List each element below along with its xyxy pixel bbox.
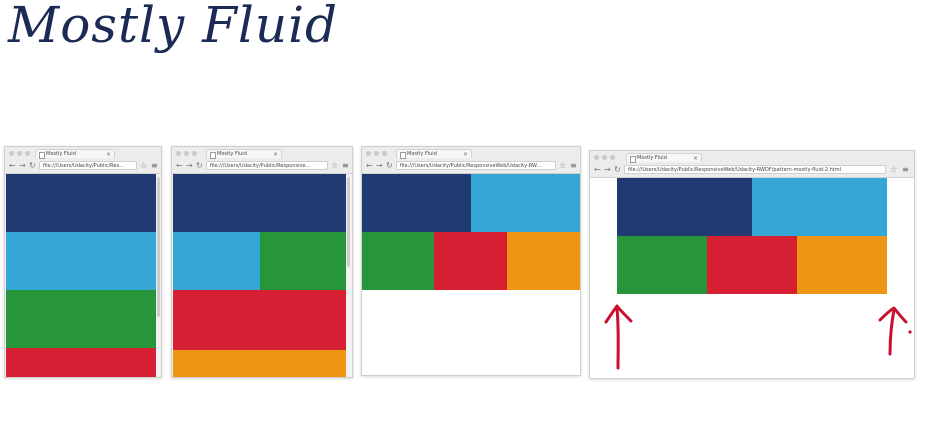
page-icon bbox=[400, 152, 406, 159]
orange-box bbox=[507, 232, 580, 290]
page-icon bbox=[630, 156, 636, 163]
red-box bbox=[173, 290, 346, 350]
green-box bbox=[260, 232, 346, 290]
url-bar[interactable]: file:///Users/Udacity/Public/ResponsiveW… bbox=[396, 161, 556, 170]
red-box bbox=[434, 232, 507, 290]
window-controls[interactable] bbox=[176, 151, 197, 156]
red-box bbox=[707, 236, 797, 294]
page-viewport bbox=[173, 174, 346, 377]
bookmark-star-icon[interactable]: ☆ bbox=[140, 161, 147, 170]
tab-title: Mostly Fluid bbox=[46, 151, 76, 157]
close-tab-icon[interactable]: × bbox=[463, 150, 468, 159]
forward-icon[interactable]: → bbox=[604, 165, 611, 174]
dark-blue-box bbox=[173, 174, 346, 232]
light-blue-box bbox=[471, 174, 580, 232]
page-icon bbox=[39, 152, 45, 159]
back-icon[interactable]: ← bbox=[9, 161, 16, 170]
forward-icon[interactable]: → bbox=[19, 161, 26, 170]
dark-blue-box bbox=[617, 178, 752, 236]
browser-chrome: Mostly Fluid × ← → ↻ file:///Users/Udacit… bbox=[590, 151, 914, 178]
close-tab-icon[interactable]: × bbox=[273, 150, 278, 159]
menu-icon[interactable]: ≡ bbox=[902, 165, 909, 174]
dark-blue-box bbox=[362, 174, 471, 232]
bookmark-star-icon[interactable]: ☆ bbox=[890, 165, 897, 174]
navigation-bar: ← → ↻ file:///Users/Udacity/Public/Res..… bbox=[5, 160, 161, 172]
reload-icon[interactable]: ↻ bbox=[196, 161, 203, 170]
navigation-bar: ← → ↻ file:///Users/Udacity/Public/Respo… bbox=[172, 160, 352, 172]
page-viewport bbox=[6, 174, 156, 377]
menu-icon[interactable]: ≡ bbox=[570, 161, 577, 170]
browser-tab[interactable]: Mostly Fluid × bbox=[396, 149, 472, 159]
window-controls[interactable] bbox=[366, 151, 387, 156]
light-blue-box bbox=[752, 178, 887, 236]
back-icon[interactable]: ← bbox=[594, 165, 601, 174]
browser-window-3: Mostly Fluid × ← → ↻ file:///Users/Udacit… bbox=[361, 146, 581, 376]
light-blue-box bbox=[173, 232, 260, 290]
tab-title: Mostly Fluid bbox=[217, 151, 247, 157]
scrollbar[interactable] bbox=[157, 177, 160, 317]
tab-title: Mostly Fluid bbox=[407, 151, 437, 157]
navigation-bar: ← → ↻ file:///Users/Udacity/Public/Respo… bbox=[362, 160, 580, 172]
url-bar[interactable]: file:///Users/Udacity/Public/Responsive.… bbox=[206, 161, 328, 170]
forward-icon[interactable]: → bbox=[186, 161, 193, 170]
menu-icon[interactable]: ≡ bbox=[151, 161, 158, 170]
page-icon bbox=[210, 152, 216, 159]
green-box bbox=[362, 232, 434, 290]
bookmark-star-icon[interactable]: ☆ bbox=[331, 161, 338, 170]
scrollbar[interactable] bbox=[347, 177, 350, 267]
red-box bbox=[6, 348, 156, 377]
browser-chrome: Mostly Fluid × ← → ↻ file:///Users/Udacit… bbox=[5, 147, 161, 174]
close-tab-icon[interactable]: × bbox=[693, 154, 698, 163]
light-blue-box bbox=[6, 232, 156, 290]
page-viewport bbox=[362, 174, 580, 375]
back-icon[interactable]: ← bbox=[176, 161, 183, 170]
browser-tab[interactable]: Mostly Fluid × bbox=[206, 149, 282, 159]
orange-box bbox=[173, 350, 346, 377]
left-margin-arrow-icon bbox=[604, 304, 633, 370]
orange-box bbox=[797, 236, 887, 294]
tab-title: Mostly Fluid bbox=[637, 155, 667, 161]
green-box bbox=[6, 290, 156, 348]
reload-icon[interactable]: ↻ bbox=[614, 165, 621, 174]
browser-window-2: Mostly Fluid × ← → ↻ file:///Users/Udacit… bbox=[171, 146, 353, 378]
reload-icon[interactable]: ↻ bbox=[386, 161, 393, 170]
browser-window-1: Mostly Fluid × ← → ↻ file:///Users/Udacit… bbox=[4, 146, 162, 378]
url-bar[interactable]: file:///Users/Udacity/Public/Res... bbox=[39, 161, 137, 170]
green-box bbox=[617, 236, 707, 294]
close-tab-icon[interactable]: × bbox=[106, 150, 111, 159]
menu-icon[interactable]: ≡ bbox=[342, 161, 349, 170]
right-margin-arrow-icon bbox=[878, 306, 912, 356]
bookmark-star-icon[interactable]: ☆ bbox=[559, 161, 566, 170]
window-controls[interactable] bbox=[9, 151, 30, 156]
navigation-bar: ← → ↻ file:///Users/Udacity/Public/Respo… bbox=[590, 164, 914, 176]
browser-chrome: Mostly Fluid × ← → ↻ file:///Users/Udacit… bbox=[172, 147, 352, 174]
forward-icon[interactable]: → bbox=[376, 161, 383, 170]
page-title: Mostly Fluid bbox=[8, 0, 339, 54]
dark-blue-box bbox=[6, 174, 156, 232]
back-icon[interactable]: ← bbox=[366, 161, 373, 170]
browser-tab[interactable]: Mostly Fluid × bbox=[626, 153, 702, 163]
url-bar[interactable]: file:///Users/Udacity/Public/ResponsiveW… bbox=[624, 165, 886, 174]
reload-icon[interactable]: ↻ bbox=[29, 161, 36, 170]
window-controls[interactable] bbox=[594, 155, 615, 160]
page-viewport bbox=[590, 178, 914, 378]
browser-tab[interactable]: Mostly Fluid × bbox=[35, 149, 115, 159]
browser-chrome: Mostly Fluid × ← → ↻ file:///Users/Udacit… bbox=[362, 147, 580, 174]
